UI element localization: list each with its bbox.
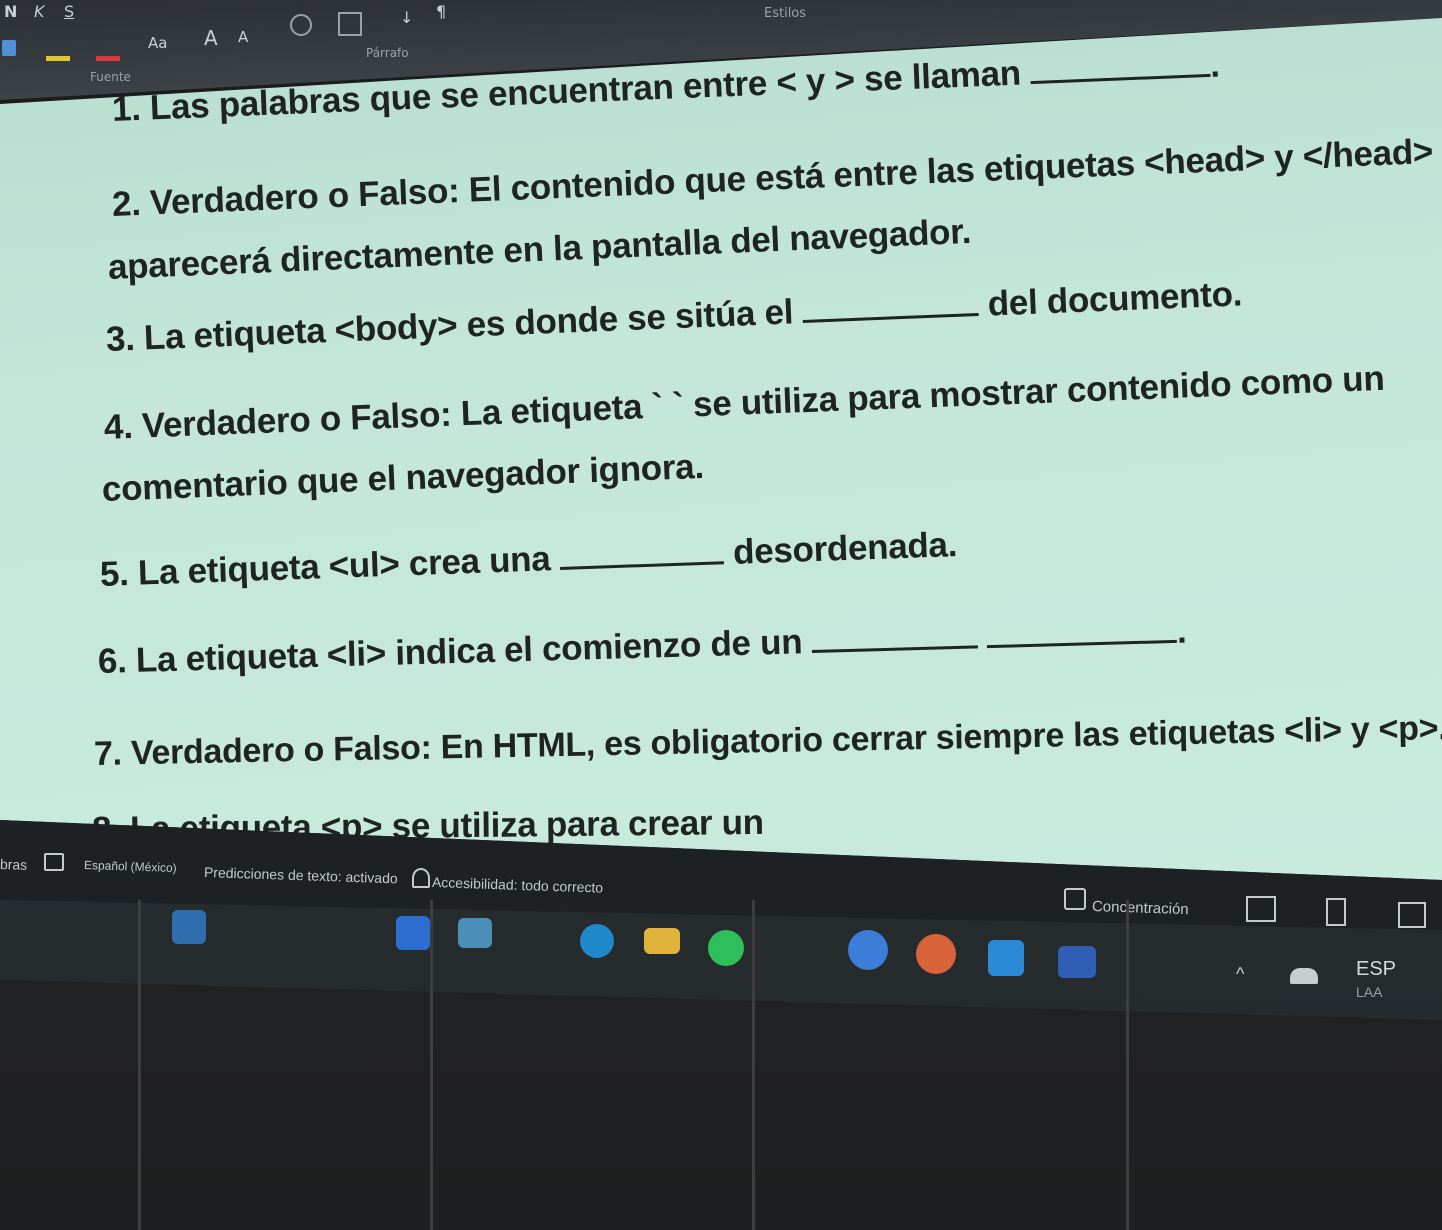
answer-blank-6a[interactable]	[811, 621, 978, 654]
answer-blank-1[interactable]	[1029, 49, 1211, 85]
predictions-status[interactable]: Predicciones de texto: activado	[204, 864, 398, 886]
spotify-icon[interactable]	[708, 930, 744, 966]
grow-font-button[interactable]: A	[204, 26, 218, 50]
highlight-color-icon[interactable]	[46, 56, 70, 61]
edge-browser-icon[interactable]	[580, 924, 614, 958]
language-status[interactable]: Español (México)	[84, 858, 177, 875]
proofing-icon[interactable]	[44, 853, 64, 871]
wall-panel-seam	[430, 900, 433, 1230]
store-icon[interactable]	[396, 916, 430, 950]
paragraph-group-label: Párrafo	[366, 46, 409, 60]
read-mode-icon[interactable]	[1246, 896, 1276, 922]
focus-mode-button[interactable]: Concentración	[1092, 898, 1189, 918]
word-count-status[interactable]: bras	[0, 856, 27, 873]
question-6-period: .	[1176, 611, 1187, 651]
wall-panel-seam	[1126, 900, 1129, 1230]
underline-button[interactable]: S	[64, 2, 74, 21]
accessibility-icon[interactable]	[412, 868, 430, 888]
question-8[interactable]: 8. La etiqueta <p> se utiliza para crear…	[92, 803, 764, 850]
font-group-label: Fuente	[90, 70, 131, 84]
font-size-button[interactable]: Aa	[148, 34, 167, 52]
vscode-icon[interactable]	[988, 940, 1024, 976]
question-5-after: desordenada.	[732, 525, 958, 572]
answer-blank-6b[interactable]	[986, 615, 1178, 649]
italic-button[interactable]: K	[34, 2, 45, 21]
shading-icon[interactable]	[290, 14, 312, 36]
cloud-icon[interactable]	[1290, 968, 1318, 984]
text-effects-icon[interactable]	[2, 40, 16, 56]
shrink-font-button[interactable]: A	[238, 28, 248, 46]
bold-button[interactable]: N	[4, 2, 17, 21]
font-color-icon[interactable]	[96, 56, 120, 61]
explorer-icon[interactable]	[172, 910, 206, 944]
chrome-icon[interactable]	[848, 930, 888, 970]
answer-blank-3[interactable]	[801, 288, 979, 324]
focus-icon[interactable]	[1064, 888, 1086, 910]
wall-panel-seam	[752, 900, 755, 1230]
web-layout-icon[interactable]	[1398, 902, 1426, 928]
sort-button[interactable]: ↓	[400, 8, 413, 27]
print-layout-icon[interactable]	[1326, 898, 1346, 926]
folder-icon[interactable]	[644, 928, 680, 954]
tray-chevron-icon[interactable]: ^	[1236, 964, 1244, 985]
word-icon[interactable]	[1058, 946, 1096, 978]
answer-blank-5[interactable]	[559, 537, 725, 570]
pilcrow-button[interactable]: ¶	[436, 2, 446, 21]
edge-icon[interactable]	[458, 918, 492, 948]
firefox-icon[interactable]	[916, 934, 956, 974]
keyboard-language[interactable]: ESP	[1356, 958, 1396, 981]
styles-group-label: Estilos	[764, 6, 807, 21]
keyboard-language-sub: LAA	[1356, 984, 1383, 1000]
accessibility-status[interactable]: Accesibilidad: todo correcto	[432, 874, 604, 896]
borders-icon[interactable]	[338, 12, 362, 36]
question-1-period: .	[1209, 45, 1221, 85]
wall-panel-seam	[138, 900, 141, 1230]
